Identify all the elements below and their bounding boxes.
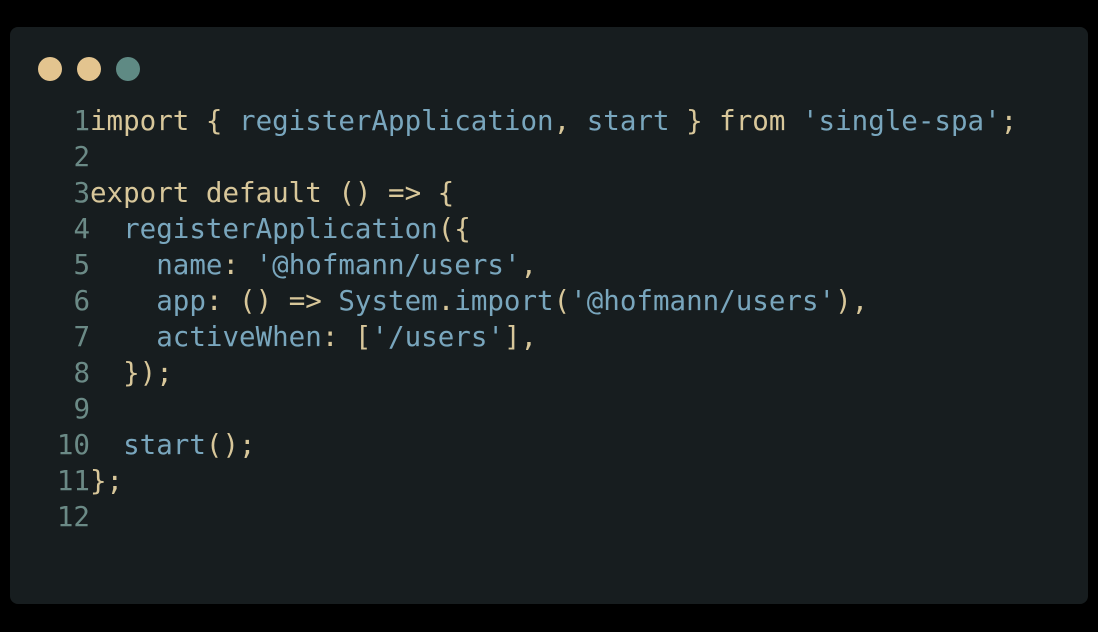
code-token: }); [90,357,173,389]
line-number: 12 [56,501,90,533]
window-controls [38,57,140,81]
line-number: 10 [56,429,90,461]
code-token: } from [669,105,802,137]
line-number: 9 [73,393,90,425]
code-token: '@hofmann/users' [570,285,836,317]
code-line: 4 registerApplication({ [48,211,1017,247]
code-line: 1 import { registerApplication, start } f… [48,103,1017,139]
code-token: : () => [205,285,339,317]
line-number: 3 [73,177,90,209]
code-line: 5 name: '@hofmann/users', [48,247,1017,283]
code-token: app [156,285,206,317]
line-source: activeWhen: ['/users'], [90,319,537,355]
code-line: 6 app: () => System.import('@hofmann/use… [48,283,1017,319]
code-token: import [454,285,554,317]
code-token: : [ [321,321,372,353]
code-line: 7 activeWhen: ['/users'], [48,319,1017,355]
code-token: : [222,249,256,281]
code-token: activeWhen [156,321,322,353]
code-line: 10 start(); [48,427,1017,463]
line-source: }); [90,355,173,391]
code-line: 12 [48,499,1017,535]
code-token: , [520,249,538,281]
line-source: import { registerApplication, start } fr… [90,103,1017,139]
line-number: 8 [73,357,90,389]
code-token: start [586,105,670,137]
code-token: }; [90,465,124,497]
code-token: ], [503,321,538,353]
line-source: name: '@hofmann/users', [90,247,537,283]
code-line: 3 export default () => { [48,175,1017,211]
code-token: registerApplication [123,213,438,245]
code-token: System [338,285,438,317]
code-token: ; [1000,105,1018,137]
code-token: ( [553,285,571,317]
code-token: name [156,249,223,281]
line-number: 7 [73,321,90,353]
line-source: registerApplication({ [90,211,471,247]
code-line: 11}; [48,463,1017,499]
code-token: registerApplication [239,105,554,137]
line-number: 4 [73,213,90,245]
code-token: , [553,105,587,137]
code-line: 9 [48,391,1017,427]
zoom-dot-icon[interactable] [116,57,140,81]
line-source: export default () => { [90,175,454,211]
code-line: 8 }); [48,355,1017,391]
code-token: (); [205,429,256,461]
code-token: ({ [437,213,471,245]
close-dot-icon[interactable] [38,57,62,81]
code-block: 1 import { registerApplication, start } f… [48,103,1017,535]
code-token: '@hofmann/users' [255,249,521,281]
line-number: 2 [73,141,90,173]
code-token: start [123,429,206,461]
code-token: . [437,285,455,317]
line-number: 1 [73,105,90,137]
line-source: app: () => System.import('@hofmann/users… [90,283,868,319]
code-token: ), [835,285,869,317]
line-source: start(); [90,427,256,463]
line-number: 11 [56,465,90,497]
code-token: 'single-spa' [801,105,1001,137]
code-line: 2 [48,139,1017,175]
line-source: }; [90,463,123,499]
code-token: import { [90,105,240,137]
line-number: 5 [73,249,90,281]
code-token: export default () => { [90,177,455,209]
line-number: 6 [73,285,90,317]
minimize-dot-icon[interactable] [77,57,101,81]
code-token: '/users' [371,321,504,353]
